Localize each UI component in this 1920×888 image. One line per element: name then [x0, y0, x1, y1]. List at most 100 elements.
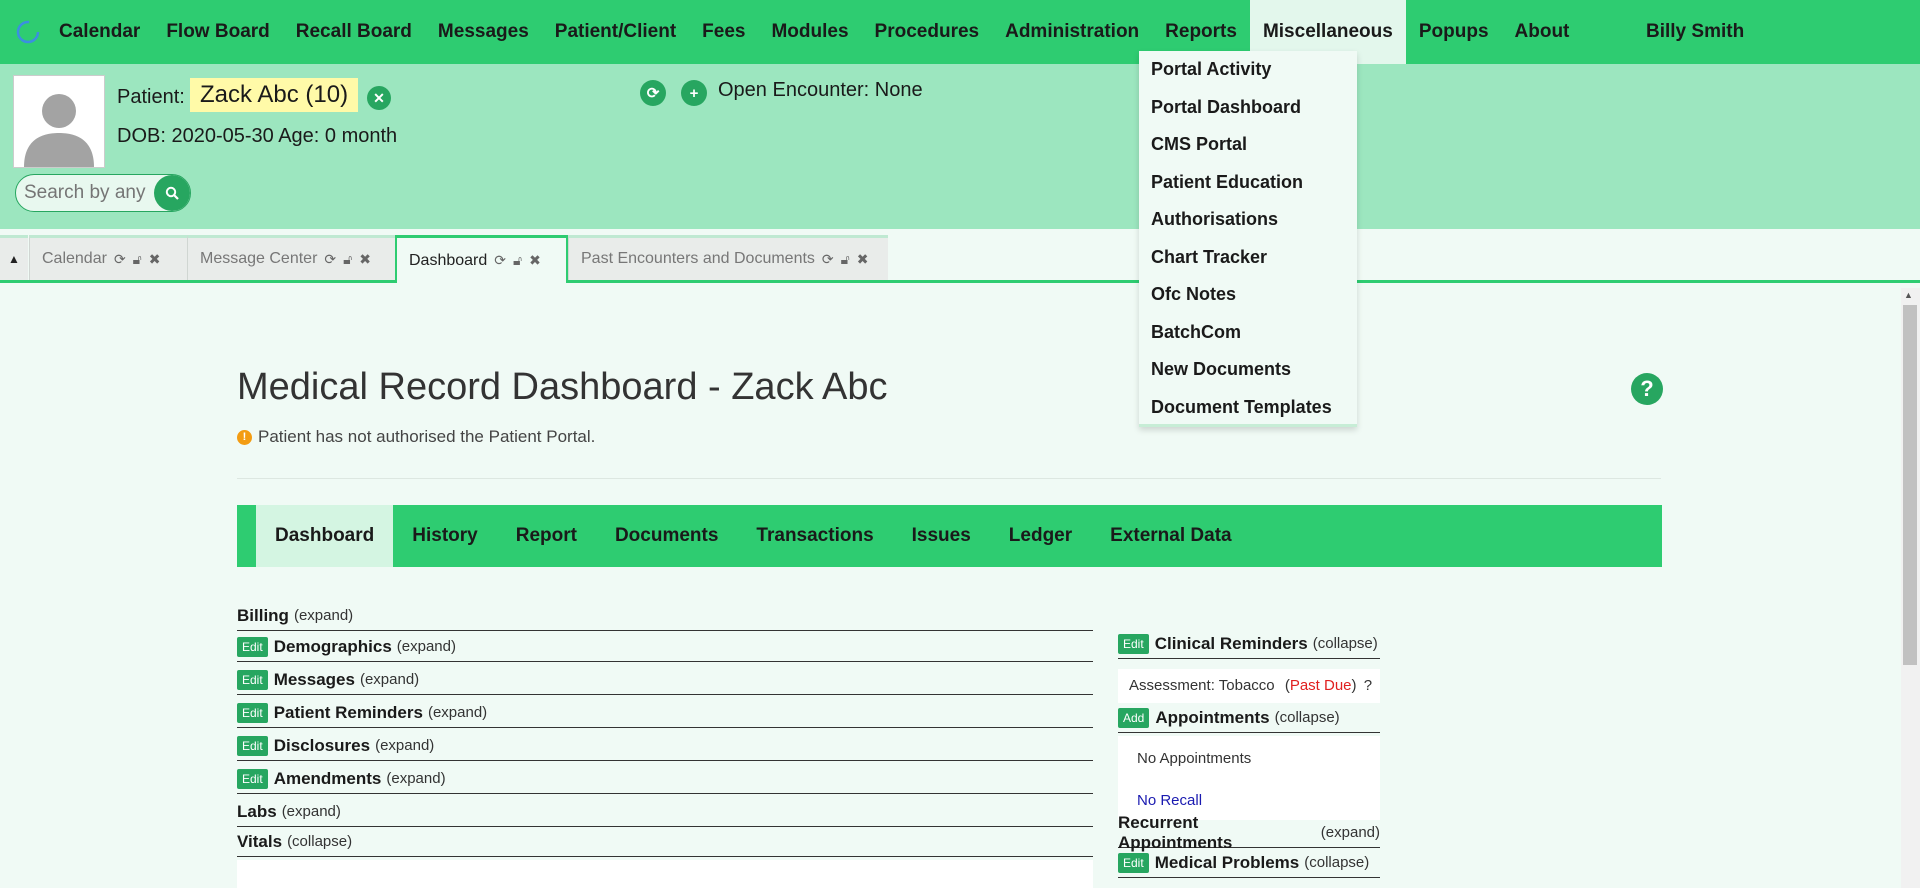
section-patient-reminders: Edit Patient Reminders (expand) — [237, 698, 1093, 728]
section-vitals: Vitals (collapse) — [237, 827, 1093, 857]
section-toggle[interactable]: (collapse) — [1304, 854, 1369, 871]
menu-item-batchcom[interactable]: BatchCom — [1151, 322, 1241, 343]
nav-item-modules[interactable]: Modules — [758, 0, 861, 64]
section-toggle[interactable]: (collapse) — [1275, 709, 1340, 726]
section-toggle[interactable]: (expand) — [386, 770, 445, 787]
dtab-external-data[interactable]: External Data — [1091, 505, 1250, 567]
close-patient-icon[interactable]: ✕ — [367, 86, 391, 110]
section-toggle[interactable]: (expand) — [1321, 824, 1380, 841]
menu-item-patient-education[interactable]: Patient Education — [1151, 172, 1303, 193]
refresh-icon[interactable]: ⟳ — [494, 252, 506, 269]
menu-item-chart-tracker[interactable]: Chart Tracker — [1151, 247, 1267, 268]
section-toggle[interactable]: (expand) — [397, 638, 456, 655]
nav-item-patient-client[interactable]: Patient/Client — [542, 0, 689, 64]
nav-item-administration[interactable]: Administration — [992, 0, 1152, 64]
menu-item-ofc-notes[interactable]: Ofc Notes — [1151, 284, 1236, 305]
unlock-icon[interactable]: 🔓︎ — [513, 252, 522, 269]
close-icon[interactable]: ✖ — [857, 251, 869, 268]
nav-item-about[interactable]: About — [1502, 0, 1583, 64]
tab-label: Past Encounters and Documents — [581, 250, 815, 267]
menu-item-cms-portal[interactable]: CMS Portal — [1151, 134, 1247, 155]
patient-name[interactable]: Zack Abc (10) — [190, 78, 359, 112]
warning-icon: ! — [237, 429, 252, 445]
edit-button[interactable]: Edit — [1118, 633, 1149, 654]
menu-item-portal-activity[interactable]: Portal Activity — [1151, 59, 1271, 80]
user-menu[interactable]: Billy Smith — [1646, 0, 1744, 64]
menu-item-new-documents[interactable]: New Documents — [1151, 359, 1291, 380]
tab-past-encounters[interactable]: Past Encounters and Documents ⟳ 🔓︎ ✖ — [568, 235, 888, 280]
section-toggle[interactable]: (expand) — [294, 607, 353, 624]
edit-button[interactable]: Edit — [1118, 852, 1149, 873]
edit-button[interactable]: Edit — [237, 735, 268, 756]
dtab-dashboard[interactable]: Dashboard — [256, 505, 394, 567]
tab-bar: ▲ Calendar ⟳ 🔓︎ ✖ Message Center ⟳ 🔓︎ ✖ Dash… — [0, 233, 1920, 283]
section-toggle[interactable]: (collapse) — [1313, 635, 1378, 652]
section-labs: Labs (expand) — [237, 797, 1093, 827]
tab-dashboard[interactable]: Dashboard ⟳ 🔓︎ ✖ — [395, 235, 568, 283]
nav-item-flow-board[interactable]: Flow Board — [153, 0, 282, 64]
section-amendments: Edit Amendments (expand) — [237, 764, 1093, 794]
dtab-report[interactable]: Report — [497, 505, 596, 567]
close-icon[interactable]: ✖ — [149, 251, 161, 268]
section-toggle[interactable]: (collapse) — [287, 833, 352, 850]
help-icon[interactable]: ? — [1631, 373, 1663, 405]
app-logo-icon[interactable] — [10, 0, 46, 64]
tab-message-center[interactable]: Message Center ⟳ 🔓︎ ✖ — [187, 235, 395, 280]
nav-item-procedures[interactable]: Procedures — [862, 0, 993, 64]
section-demographics: Edit Demographics (expand) — [237, 632, 1093, 662]
scroll-up-arrow-icon[interactable]: ▲ — [1904, 290, 1913, 300]
nav-item-fees[interactable]: Fees — [689, 0, 758, 64]
nav-item-messages[interactable]: Messages — [425, 0, 542, 64]
clinical-reminder-item: Assessment: Tobacco (Past Due) ? — [1118, 669, 1380, 703]
patient-avatar[interactable] — [13, 75, 105, 168]
collapse-header-icon[interactable]: ▲ — [0, 235, 28, 280]
no-recall-link[interactable]: No Recall — [1137, 792, 1202, 809]
reminder-help[interactable]: ? — [1364, 677, 1372, 694]
unlock-icon[interactable]: 🔓︎ — [343, 251, 352, 268]
edit-button[interactable]: Edit — [237, 702, 268, 723]
section-messages: Edit Messages (expand) — [237, 665, 1093, 695]
refresh-icon[interactable]: ⟳ — [822, 251, 834, 268]
unlock-icon[interactable]: 🔓︎ — [841, 251, 850, 268]
menu-item-authorisations[interactable]: Authorisations — [1151, 209, 1278, 230]
close-icon[interactable]: ✖ — [529, 252, 541, 269]
nav-item-calendar[interactable]: Calendar — [46, 0, 153, 64]
no-appointments-text: No Appointments — [1137, 750, 1252, 767]
section-disclosures: Edit Disclosures (expand) — [237, 731, 1093, 761]
scrollbar-thumb[interactable] — [1903, 305, 1917, 665]
refresh-icon[interactable]: ⟳ — [324, 251, 336, 268]
tab-label: Message Center — [200, 250, 318, 267]
dtab-ledger[interactable]: Ledger — [990, 505, 1091, 567]
add-encounter-icon[interactable]: + — [681, 80, 707, 106]
dtab-transactions[interactable]: Transactions — [737, 505, 892, 567]
nav-item-recall-board[interactable]: Recall Board — [283, 0, 425, 64]
refresh-icon[interactable]: ⟳ — [114, 251, 126, 268]
menu-item-portal-dashboard[interactable]: Portal Dashboard — [1151, 97, 1301, 118]
dtab-documents[interactable]: Documents — [596, 505, 737, 567]
nav-item-popups[interactable]: Popups — [1406, 0, 1502, 64]
add-appointment-button[interactable]: Add — [1118, 707, 1150, 728]
edit-button[interactable]: Edit — [237, 768, 268, 789]
patient-search-input[interactable] — [16, 175, 156, 211]
patient-dob-age: DOB: 2020-05-30 Age: 0 month — [117, 125, 398, 147]
dtab-issues[interactable]: Issues — [893, 505, 990, 567]
open-encounter-status: Open Encounter: None — [718, 79, 923, 101]
section-toggle[interactable]: (expand) — [282, 803, 341, 820]
dtab-history[interactable]: History — [393, 505, 496, 567]
edit-button[interactable]: Edit — [237, 669, 268, 690]
patient-header: Patient: Zack Abc (10) ✕ DOB: 2020-05-30… — [0, 64, 1920, 229]
search-icon[interactable] — [154, 175, 190, 211]
edit-button[interactable]: Edit — [237, 636, 268, 657]
section-toggle[interactable]: (expand) — [375, 737, 434, 754]
close-icon[interactable]: ✖ — [359, 251, 371, 268]
refresh-icon[interactable]: ⟳ — [640, 80, 666, 106]
section-toggle[interactable]: (expand) — [360, 671, 419, 688]
dashboard-tabs: Dashboard History Report Documents Trans… — [237, 505, 1662, 567]
section-title: Amendments — [273, 768, 382, 788]
section-title: Vitals — [237, 831, 283, 851]
tab-calendar[interactable]: Calendar ⟳ 🔓︎ ✖ — [29, 235, 187, 280]
unlock-icon[interactable]: 🔓︎ — [133, 251, 142, 268]
menu-item-document-templates[interactable]: Document Templates — [1151, 397, 1332, 418]
section-toggle[interactable]: (expand) — [428, 704, 487, 721]
reminder-status: (Past Due) — [1284, 677, 1357, 694]
